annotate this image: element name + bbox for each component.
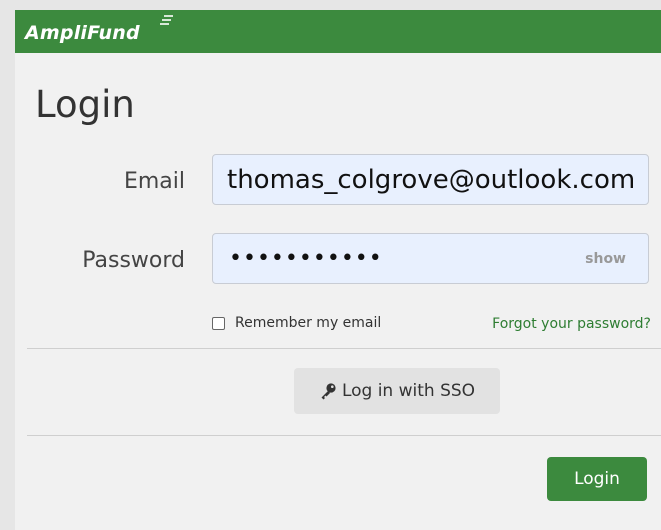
login-panel: AmpliFund Login Email Password •••••••••… bbox=[15, 10, 661, 530]
logo-text: AmpliFund bbox=[25, 22, 140, 44]
remember-email-row: Remember my email bbox=[212, 314, 381, 332]
sso-button-label: Log in with SSO bbox=[341, 381, 476, 401]
page-title: Login bbox=[35, 83, 135, 126]
sso-login-button[interactable]: Log in with SSO bbox=[294, 368, 500, 414]
divider bbox=[27, 435, 661, 436]
password-label: Password bbox=[82, 248, 185, 273]
forgot-password-link[interactable]: Forgot your password? bbox=[492, 315, 651, 333]
divider bbox=[27, 348, 661, 349]
remember-email-checkbox[interactable] bbox=[212, 316, 225, 330]
top-bar: AmpliFund bbox=[15, 10, 661, 53]
email-field-wrapper bbox=[212, 154, 649, 205]
email-label: Email bbox=[123, 169, 185, 194]
logo-mark-icon bbox=[160, 15, 173, 25]
remember-email-label[interactable]: Remember my email bbox=[235, 315, 381, 331]
email-field[interactable] bbox=[213, 155, 648, 204]
login-button[interactable]: Login bbox=[547, 457, 647, 501]
password-masked-value: ••••••••••• bbox=[229, 246, 383, 271]
password-field[interactable]: ••••••••••• show bbox=[212, 233, 649, 284]
amplifund-logo: AmpliFund bbox=[25, 22, 140, 44]
key-icon bbox=[321, 383, 336, 400]
show-password-button[interactable]: show bbox=[585, 251, 626, 267]
